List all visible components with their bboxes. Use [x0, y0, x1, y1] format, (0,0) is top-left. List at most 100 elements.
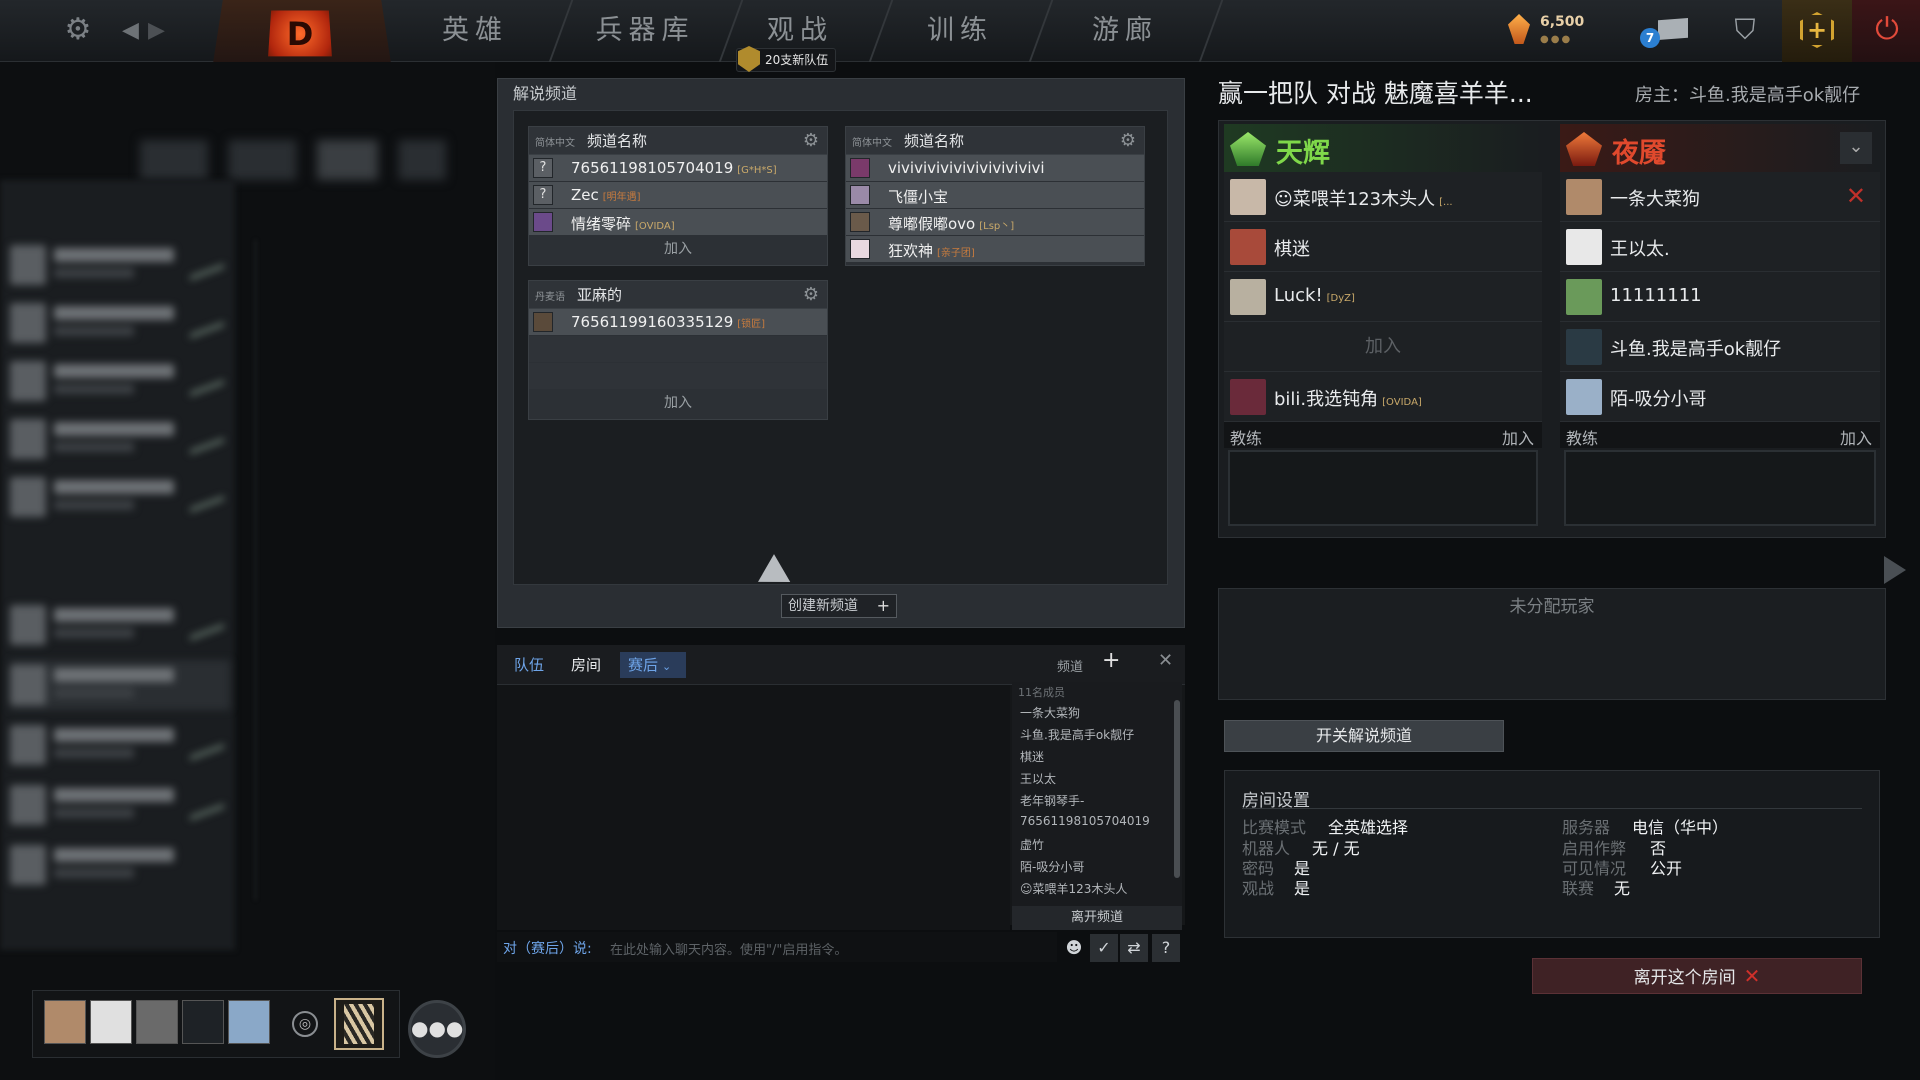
blurred-tabs	[140, 140, 480, 180]
chat-channel-label: 频道	[1057, 660, 1084, 675]
player-avatar	[1566, 379, 1602, 415]
nav-armory[interactable]: 兵器库	[580, 6, 710, 56]
player-slot[interactable]: bili.我选钝角 [OVIDA]	[1224, 372, 1542, 422]
leave-channel-button[interactable]: 离开频道	[1012, 906, 1182, 930]
chat-member[interactable]: 76561198105704019	[1020, 814, 1150, 828]
voice-chat-icon[interactable]: ◎	[292, 1011, 318, 1037]
chat-tab-lobby[interactable]: 房间	[563, 652, 609, 678]
chat-member[interactable]: 老年钢琴手-	[1020, 792, 1084, 809]
member-list-scrollbar[interactable]	[1174, 700, 1180, 878]
chat-member[interactable]: ☺菜喂羊123木头人	[1020, 880, 1127, 897]
emoji-icon[interactable]: ☻	[1060, 934, 1088, 962]
blurred-friend-row	[10, 356, 230, 406]
join-channel-button[interactable]: 加入	[529, 236, 827, 262]
channel-empty-slot	[529, 363, 827, 390]
send-check-icon[interactable]: ✓	[1090, 934, 1118, 962]
back-arrow-icon[interactable]: ◀	[122, 16, 142, 46]
party-member-avatar[interactable]	[90, 1000, 132, 1044]
mail-icon[interactable]	[1658, 18, 1688, 40]
player-tag: [DyZ]	[1326, 293, 1355, 304]
channel-language: 简体中文	[535, 138, 575, 149]
party-member-avatar[interactable]	[182, 1000, 224, 1044]
join-radiant-slot[interactable]: 加入	[1224, 322, 1542, 372]
expand-arrow-icon[interactable]	[1884, 556, 1906, 584]
channel-member-row[interactable]: ? 76561198105704019 [G*H*S]	[529, 155, 827, 182]
player-slot[interactable]: 王以太.	[1560, 222, 1880, 272]
chat-tab-postgame[interactable]: 赛后 ⌄	[620, 652, 686, 678]
chat-member[interactable]: 虚竹	[1020, 836, 1044, 853]
leave-room-button[interactable]: 离开这个房间 ✕	[1532, 958, 1862, 994]
chat-member[interactable]: 王以太	[1020, 770, 1056, 787]
inventory-icon[interactable]: ⛉	[1728, 14, 1762, 46]
player-slot[interactable]: 11111111	[1560, 272, 1880, 322]
blurred-friend-row	[10, 720, 230, 770]
channel-member-row[interactable]: ? Zec [明年遇]	[529, 182, 827, 209]
chat-messages-area	[497, 685, 1010, 930]
nav-learn[interactable]: 训练	[905, 6, 1015, 56]
close-icon: ✕	[1743, 964, 1761, 988]
dota-logo-glyph: D	[286, 15, 314, 53]
member-name: Zec	[571, 186, 599, 204]
channel-name: 亚麻的	[577, 286, 623, 304]
toggle-caster-channel-button[interactable]: 开关解说频道	[1224, 720, 1504, 752]
setting-key: 联赛	[1562, 879, 1595, 898]
channel-member-row[interactable]: 狂欢神 [亲子团]	[846, 236, 1144, 263]
chat-tab-postgame-label: 赛后	[628, 656, 659, 674]
channel-member-row[interactable]: 情绪零碎 [OVIDA]	[529, 209, 827, 236]
settings-gear-icon[interactable]: ⚙	[60, 12, 96, 48]
player-slot[interactable]: 棋迷	[1224, 222, 1542, 272]
group-chat-icon[interactable]: ●●●	[408, 1000, 466, 1058]
party-member-avatar[interactable]	[136, 1000, 178, 1044]
coach-join-button[interactable]: 加入	[1840, 425, 1872, 449]
player-slot[interactable]: ☺菜喂羊123木头人 [...	[1224, 172, 1542, 222]
channel-settings-gear-icon[interactable]: ⚙	[803, 130, 819, 151]
radiant-coach-slot	[1228, 450, 1538, 526]
nav-arcade[interactable]: 游廊	[1070, 6, 1180, 56]
nav-heroes[interactable]: 英雄	[420, 6, 530, 56]
leave-room-label: 离开这个房间	[1633, 968, 1736, 988]
translate-icon[interactable]: ⇄	[1120, 934, 1148, 962]
chat-member[interactable]: 一条大菜狗	[1020, 704, 1080, 721]
help-icon[interactable]: ?	[1152, 934, 1180, 962]
member-avatar	[850, 212, 870, 232]
member-tag: [OVIDA]	[635, 221, 675, 232]
coach-join-button[interactable]: 加入	[1502, 425, 1534, 449]
blurred-friend-row	[10, 780, 230, 830]
player-name: 斗鱼.我是高手ok靓仔	[1610, 339, 1782, 360]
chevron-down-icon[interactable]: ⌄	[1840, 132, 1872, 164]
player-slot[interactable]: 斗鱼.我是高手ok靓仔	[1560, 322, 1880, 372]
party-member-avatar[interactable]	[44, 1000, 86, 1044]
chat-member[interactable]: 陌-吸分小哥	[1020, 858, 1084, 875]
forward-arrow-icon[interactable]: ▶	[148, 16, 168, 46]
player-slot[interactable]: 一条大菜狗 ✕	[1560, 172, 1880, 222]
member-name: 76561198105704019	[571, 159, 734, 177]
chevron-down-icon: ⌄	[662, 660, 672, 673]
dire-header: 夜魇 ⌄	[1560, 124, 1880, 172]
member-tag: [Lsp丶]	[979, 221, 1015, 232]
rank-medal-icon	[344, 1004, 374, 1044]
kick-player-icon[interactable]: ✕	[1846, 182, 1866, 210]
player-slot[interactable]: 陌-吸分小哥	[1560, 372, 1880, 422]
player-slot[interactable]: Luck! [DyZ]	[1224, 272, 1542, 322]
blurred-friend-row	[10, 660, 230, 710]
create-channel-button[interactable]: 创建新频道 +	[781, 594, 897, 618]
channel-member-row[interactable]: 尊嘟假嘟ovo [Lsp丶]	[846, 209, 1144, 236]
chat-member[interactable]: 斗鱼.我是高手ok靓仔	[1020, 726, 1134, 743]
blurred-friend-row	[10, 298, 230, 348]
chat-member[interactable]: 棋迷	[1020, 748, 1044, 765]
player-avatar	[1230, 179, 1266, 215]
add-channel-icon[interactable]: +	[1102, 648, 1120, 673]
channel-member-row[interactable]: 飞僵小宝	[846, 182, 1144, 209]
chat-tab-party[interactable]: 队伍	[506, 652, 552, 678]
channel-settings-gear-icon[interactable]: ⚙	[1120, 130, 1136, 151]
channel-settings-gear-icon[interactable]: ⚙	[803, 284, 819, 305]
channel-member-row[interactable]: 76561199160335129 [锁匠]	[529, 309, 827, 336]
caster-channel-card: 丹麦语 亚麻的 ⚙ 76561199160335129 [锁匠] 加入	[528, 280, 828, 420]
close-chat-icon[interactable]: ✕	[1158, 650, 1173, 671]
join-channel-button[interactable]: 加入	[529, 390, 827, 416]
channel-member-row[interactable]: vivivivivivivivivivivivi	[846, 155, 1144, 182]
channel-name: 频道名称	[904, 132, 965, 150]
setting-key: 观战	[1242, 879, 1275, 898]
party-member-avatar[interactable]	[228, 1000, 270, 1044]
member-name: 情绪零碎	[571, 215, 632, 233]
